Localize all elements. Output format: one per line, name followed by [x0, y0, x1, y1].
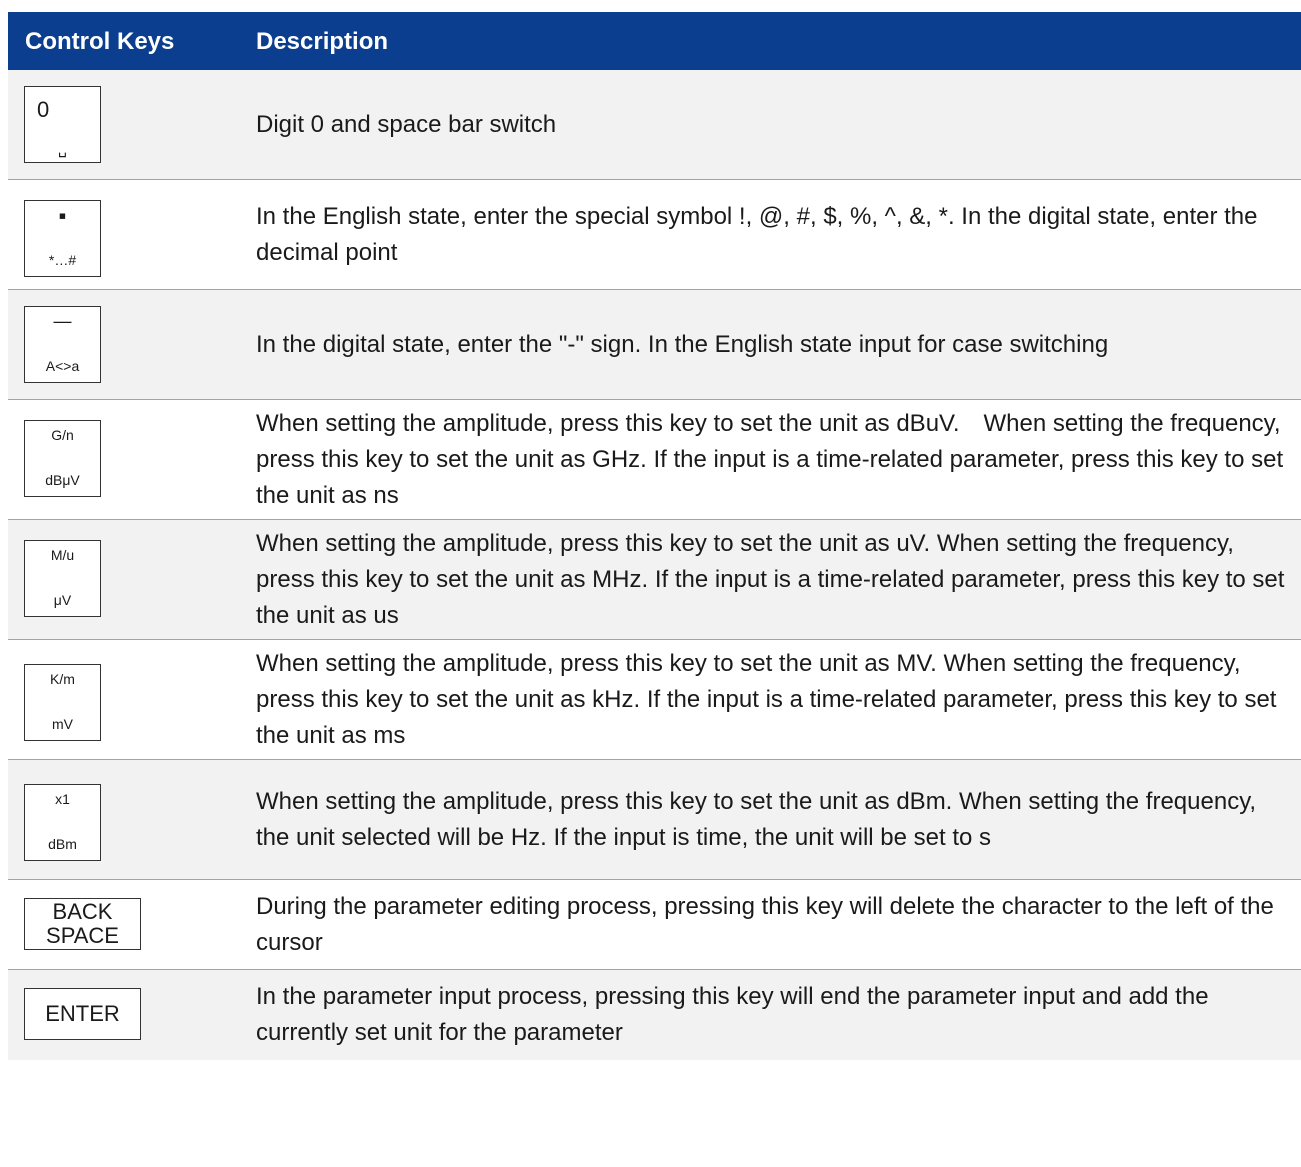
key-label: ENTER — [45, 1001, 120, 1026]
row-description: In the parameter input process, pressing… — [256, 983, 1209, 1046]
key-top-label: K/m — [50, 671, 75, 687]
key-top-label: G/n — [51, 427, 74, 443]
row-description: During the parameter editing process, pr… — [256, 892, 1274, 956]
header-description: Description — [256, 28, 389, 55]
key-cell: K/m mV — [8, 640, 248, 759]
key-cell: ▪ *…# — [8, 180, 248, 289]
key-cell: G/n dBμV — [8, 400, 248, 519]
key-label: BACK SPACE — [46, 899, 119, 948]
table-row: ENTER In the parameter input process, pr… — [8, 970, 1301, 1060]
key-cell: ENTER — [8, 970, 248, 1060]
key-k-m-icon: K/m mV — [24, 664, 101, 741]
row-description: When setting the amplitude, press this k… — [256, 409, 1284, 509]
table-row: ▪ *…# In the English state, enter the sp… — [8, 180, 1301, 290]
row-description: In the digital state, enter the "-" sign… — [256, 330, 1109, 358]
table-row: — A<>a In the digital state, enter the "… — [8, 290, 1301, 400]
key-bottom-label: A<>a — [45, 358, 80, 374]
table-row: 0 ␣ Digit 0 and space bar switch — [8, 70, 1301, 180]
key-bottom-label: *…# — [48, 252, 77, 268]
key-cell: — A<>a — [8, 290, 248, 399]
key-minus-icon: — A<>a — [24, 306, 101, 383]
key-x1-icon: x1 dBm — [24, 784, 101, 861]
key-top-label: 0 — [37, 97, 50, 122]
key-bottom-label: μV — [53, 592, 72, 608]
table-row: BACK SPACE During the parameter editing … — [8, 880, 1301, 970]
key-cell: 0 ␣ — [8, 70, 248, 179]
table-row: x1 dBm When setting the amplitude, press… — [8, 760, 1301, 880]
key-enter-icon: ENTER — [24, 988, 141, 1040]
key-bottom-label: dBμV — [45, 472, 80, 488]
key-backspace-icon: BACK SPACE — [24, 898, 141, 950]
key-top-label: x1 — [55, 791, 70, 807]
key-0-icon: 0 ␣ — [24, 86, 101, 163]
table-row: K/m mV When setting the amplitude, press… — [8, 640, 1301, 760]
key-decimal-icon: ▪ *…# — [24, 200, 101, 277]
control-keys-table: Control Keys Description 0 ␣ Digit 0 and… — [8, 12, 1301, 1060]
key-m-u-icon: M/u μV — [24, 540, 101, 617]
key-cell: x1 dBm — [8, 760, 248, 879]
table-header: Control Keys Description — [8, 12, 1301, 70]
key-cell: M/u μV — [8, 520, 248, 639]
row-description: In the English state, enter the special … — [256, 202, 1258, 266]
key-g-n-icon: G/n dBμV — [24, 420, 101, 497]
key-cell: BACK SPACE — [8, 880, 248, 969]
table-row: G/n dBμV When setting the amplitude, pre… — [8, 400, 1301, 520]
key-top-label: — — [53, 311, 72, 331]
header-control-keys: Control Keys — [25, 28, 175, 55]
row-description: Digit 0 and space bar switch — [256, 110, 557, 138]
row-description: When setting the amplitude, press this k… — [256, 529, 1285, 629]
key-bottom-label: dBm — [48, 836, 77, 852]
key-bottom-label: ␣ — [58, 141, 67, 157]
row-description: When setting the amplitude, press this k… — [256, 649, 1277, 749]
key-top-label: ▪ — [58, 203, 67, 228]
table-row: M/u μV When setting the amplitude, press… — [8, 520, 1301, 640]
row-description: When setting the amplitude, press this k… — [256, 787, 1257, 851]
key-bottom-label: mV — [52, 716, 73, 732]
key-top-label: M/u — [50, 547, 75, 563]
